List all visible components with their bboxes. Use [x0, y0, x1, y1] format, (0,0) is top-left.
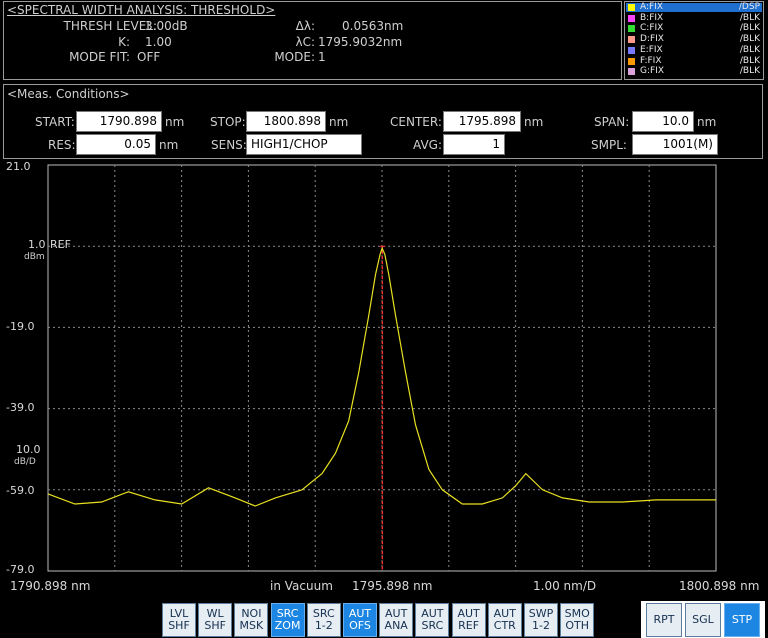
y-tick-label: 21.0 [6, 160, 31, 173]
mode-value: 1 [318, 50, 326, 64]
smpl-field[interactable]: 1001(M) [632, 134, 718, 155]
stop-field[interactable]: 1800.898 [246, 111, 326, 132]
trace-color-swatch [628, 68, 635, 76]
function-button[interactable]: SRC 1-2 [306, 603, 341, 637]
trace-status: /BLK [739, 23, 760, 34]
trace-row[interactable]: D:FIX/BLK [626, 35, 762, 44]
trace-row[interactable]: F:FIX/BLK [626, 55, 762, 66]
y-tick-label: -19.0 [6, 320, 35, 333]
x-center-label: 1795.898 nm [352, 579, 433, 593]
stop-unit: nm [329, 115, 349, 129]
k-label: K: [118, 35, 130, 49]
function-button[interactable]: SRC ZOM [270, 603, 305, 637]
mode-fit-label: MODE FIT: [69, 50, 130, 64]
delta-lambda-value: 0.0563nm [342, 19, 404, 33]
function-button[interactable]: AUT REF [451, 603, 486, 637]
function-button[interactable]: AUT ANA [379, 603, 414, 637]
ref-label: REF [50, 238, 71, 251]
function-button[interactable]: WL SHF [198, 603, 233, 637]
trace-row[interactable]: E:FIX/BLK [626, 44, 762, 55]
trace-status: /BLK [739, 34, 760, 45]
trace-row[interactable]: A:FIX/DSP [626, 3, 762, 12]
start-label: START: [35, 115, 75, 129]
trace-name: C:FIX [640, 23, 664, 34]
spectrum-chart [47, 164, 717, 572]
analysis-panel: <SPECTRAL WIDTH ANALYSIS: THRESHOLD> THR… [3, 1, 622, 80]
trace-status: /BLK [739, 55, 760, 66]
scale-unit: dB/D [14, 457, 36, 467]
lambda-center-value: 1795.9032nm [318, 35, 403, 49]
sens-field[interactable]: HIGH1/CHOP [246, 134, 362, 155]
trace-name: A:FIX [640, 2, 664, 12]
y-tick-label: -79.0 [6, 563, 35, 576]
trace-color-swatch [628, 4, 635, 11]
center-label: CENTER: [390, 115, 442, 129]
function-button[interactable]: NOI MSK [234, 603, 269, 637]
trace-status: /BLK [739, 66, 760, 77]
function-button[interactable]: LVL SHF [162, 603, 196, 637]
trace-color-swatch [628, 14, 635, 22]
trace-name: E:FIX [640, 44, 663, 55]
sweep-stp-button[interactable]: STP [724, 603, 760, 637]
trace-color-swatch [628, 57, 635, 65]
trace-row[interactable]: B:FIX/BLK [626, 12, 762, 23]
res-field[interactable]: 0.05 [76, 134, 156, 155]
trace-status: /BLK [739, 12, 760, 23]
function-button[interactable]: AUT SRC [415, 603, 450, 637]
span-label: SPAN: [594, 115, 630, 129]
function-button[interactable]: AUT OFS [343, 603, 377, 637]
thresh-level-value: 3.00dB [145, 19, 188, 33]
trace-status: /DSP [738, 2, 760, 12]
delta-lambda-label: Δλ: [295, 19, 315, 33]
y-tick-label: 1.0 [28, 238, 46, 251]
trace-status: /BLK [739, 44, 760, 55]
trace-color-swatch [628, 25, 635, 33]
scale-value: 10.0 [16, 443, 41, 456]
trace-row[interactable]: C:FIX/BLK [626, 24, 762, 33]
mode-fit-value: OFF [137, 50, 161, 64]
thresh-level-label: THRESH LEVEL: [63, 19, 157, 33]
sweep-sgl-button[interactable]: SGL [685, 603, 721, 637]
res-unit: nm [159, 138, 179, 152]
sweep-rpt-button[interactable]: RPT [646, 603, 682, 637]
trace-color-swatch [628, 46, 635, 54]
avg-label: AVG: [413, 138, 442, 152]
ref-unit: dBm [24, 252, 45, 262]
meas-conditions-title: <Meas. Conditions> [7, 87, 130, 101]
y-tick-label: -39.0 [6, 401, 35, 414]
trace-color-swatch [628, 36, 635, 44]
medium-label: in Vacuum [270, 579, 333, 593]
trace-name: F:FIX [640, 55, 662, 66]
smpl-label: SMPL: [591, 138, 627, 152]
start-field[interactable]: 1790.898 [76, 111, 162, 132]
trace-name: D:FIX [640, 34, 664, 45]
avg-field[interactable]: 1 [443, 134, 505, 155]
function-button[interactable]: SWP 1-2 [524, 603, 558, 637]
trace-name: B:FIX [640, 12, 664, 23]
function-button[interactable]: SMO OTH [560, 603, 595, 637]
analysis-title: <SPECTRAL WIDTH ANALYSIS: THRESHOLD> [7, 3, 276, 17]
stop-label: STOP: [210, 115, 246, 129]
x-start-label: 1790.898 nm [10, 579, 91, 593]
mode-label: MODE: [274, 50, 315, 64]
span-field[interactable]: 10.0 [632, 111, 694, 132]
start-unit: nm [165, 115, 185, 129]
function-button[interactable]: AUT CTR [487, 603, 522, 637]
k-value: 1.00 [145, 35, 172, 49]
y-tick-label: -59.0 [6, 484, 35, 497]
sens-label: SENS: [211, 138, 247, 152]
center-field[interactable]: 1795.898 [443, 111, 521, 132]
x-div-label: 1.00 nm/D [533, 579, 597, 593]
lambda-center-label: λC: [295, 35, 315, 49]
x-stop-label: 1800.898 nm [679, 579, 760, 593]
res-label: RES: [48, 138, 76, 152]
trace-name: G:FIX [640, 66, 665, 77]
center-unit: nm [524, 115, 544, 129]
span-unit: nm [697, 115, 717, 129]
trace-row[interactable]: G:FIX/BLK [626, 67, 762, 76]
